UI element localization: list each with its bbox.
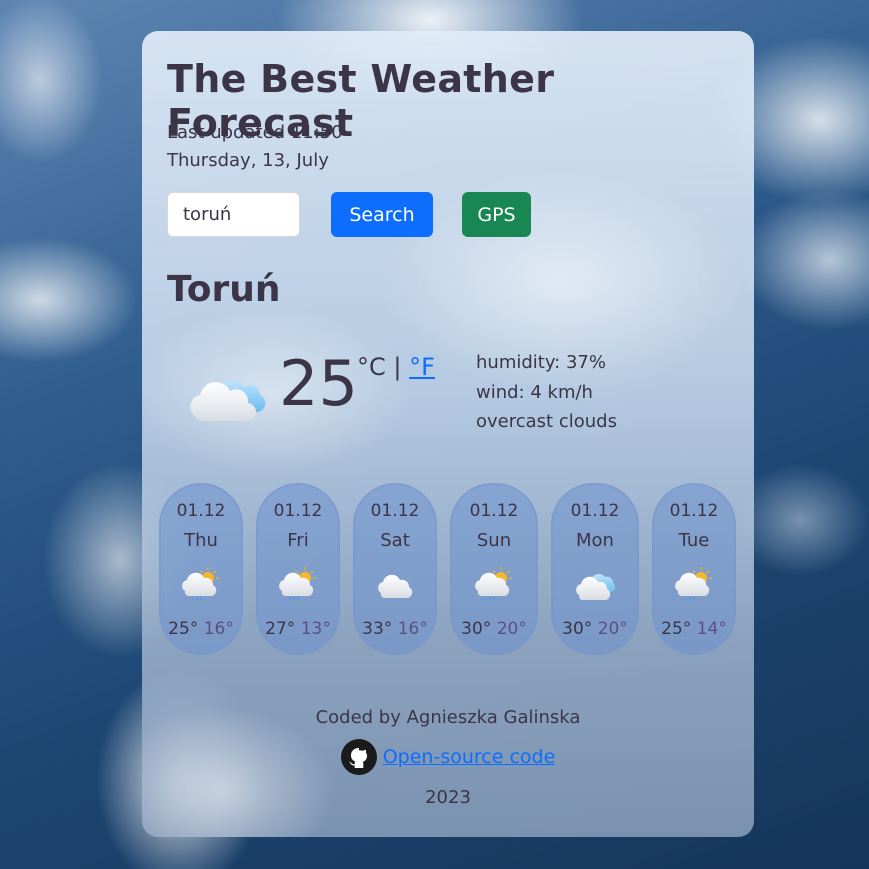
forecast-date: 01.12	[370, 501, 420, 521]
forecast-temps: 30° 20°	[553, 619, 637, 639]
sun-cloud-rain-icon	[181, 565, 221, 601]
sun-cloud-rain-icon	[474, 565, 514, 601]
author-credit: Coded by Agnieszka Galinska	[315, 707, 581, 728]
forecast-weekday: Thu	[184, 530, 218, 551]
forecast-temps: 33° 16°	[355, 619, 435, 639]
weather-details: humidity: 37% wind: 4 km/h overcast clou…	[476, 348, 617, 437]
cloud-icon	[375, 565, 415, 601]
update-info: Last updated 11:50 Thursday, 13, July	[167, 119, 343, 175]
forecast-low: 20°	[597, 619, 628, 639]
forecast-date: 01.12	[669, 501, 719, 521]
weather-description: overcast clouds	[476, 411, 617, 432]
gps-button[interactable]: GPS	[462, 192, 531, 237]
forecast-date: 01.12	[469, 501, 519, 521]
overcast-clouds-icon	[575, 565, 615, 601]
footer: Coded by Agnieszka Galinska	[142, 707, 754, 728]
last-updated: Last updated 11:50	[167, 122, 343, 143]
forecast-high: 25°	[168, 619, 199, 639]
forecast-day: 01.12 Mon 30° 20°	[551, 483, 639, 655]
current-date: Thursday, 13, July	[167, 150, 329, 171]
forecast-low: 16°	[203, 619, 234, 639]
forecast-temps: 30° 20°	[452, 619, 536, 639]
forecast-day: 01.12 Tue 25° 14°	[652, 483, 736, 655]
forecast-list: 01.12 Thu 25° 16° 01.12 Fri 27° 13° 01.1…	[159, 483, 737, 655]
forecast-weekday: Sat	[380, 530, 410, 551]
forecast-low: 20°	[496, 619, 527, 639]
current-temperature: 25	[279, 347, 358, 420]
overcast-clouds-icon	[188, 363, 268, 423]
open-source-link[interactable]: Open-source code	[383, 746, 556, 768]
forecast-high: 25°	[661, 619, 692, 639]
city-name: Toruń	[167, 269, 281, 310]
forecast-high: 30°	[461, 619, 492, 639]
forecast-date: 01.12	[273, 501, 323, 521]
forecast-weekday: Sun	[476, 530, 512, 551]
forecast-temps: 25° 14°	[654, 619, 734, 639]
forecast-weekday: Fri	[287, 530, 309, 551]
wind: wind: 4 km/h	[476, 381, 593, 403]
fahrenheit-link[interactable]: °F	[409, 353, 435, 381]
github-icon[interactable]	[340, 739, 377, 775]
forecast-day: 01.12 Thu 25° 16°	[159, 483, 243, 655]
celsius-unit: °C	[357, 353, 386, 381]
source-link-row: Open-source code	[142, 739, 754, 775]
unit-switcher: °C | °F	[357, 353, 435, 381]
forecast-low: 16°	[397, 619, 428, 639]
forecast-date: 01.12	[176, 501, 226, 521]
forecast-temps: 27° 13°	[258, 619, 338, 639]
forecast-low: 13°	[300, 619, 331, 639]
forecast-high: 33°	[362, 619, 393, 639]
copyright-year: 2023	[425, 787, 471, 808]
forecast-date: 01.12	[570, 501, 620, 521]
humidity: humidity: 37%	[476, 352, 606, 373]
forecast-day: 01.12 Sun 30° 20°	[450, 483, 538, 655]
forecast-weekday: Tue	[678, 530, 710, 551]
sun-cloud-rain-icon	[674, 565, 714, 601]
unit-separator: |	[393, 353, 402, 381]
forecast-day: 01.12 Fri 27° 13°	[256, 483, 340, 655]
weather-card: The Best Weather Forecast Last updated 1…	[142, 31, 754, 837]
forecast-temps: 25° 16°	[161, 619, 241, 639]
city-search-input[interactable]	[167, 192, 300, 237]
forecast-high: 27°	[265, 619, 296, 639]
forecast-day: 01.12 Sat 33° 16°	[353, 483, 437, 655]
sun-cloud-rain-icon	[278, 565, 318, 601]
forecast-high: 30°	[562, 619, 593, 639]
forecast-low: 14°	[696, 619, 727, 639]
forecast-weekday: Mon	[576, 530, 614, 551]
search-button[interactable]: Search	[331, 192, 433, 237]
